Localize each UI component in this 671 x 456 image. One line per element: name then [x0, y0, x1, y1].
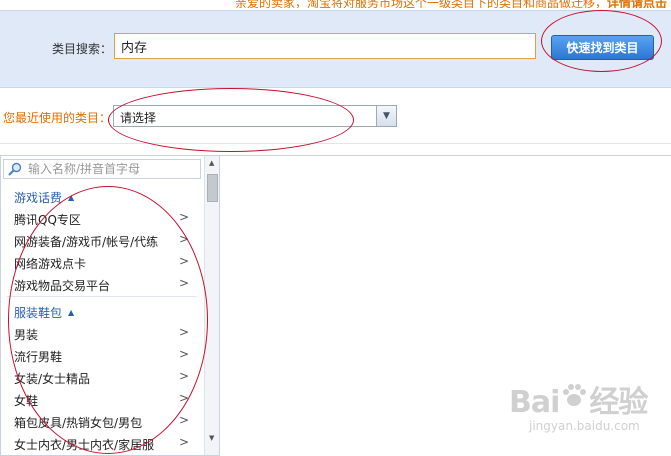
- dropdown-arrow-icon[interactable]: ▼: [376, 106, 396, 126]
- scroll-down-icon[interactable]: ▼: [209, 434, 214, 442]
- chevron-right-icon: >: [178, 369, 189, 383]
- item-label: 箱包皮具/热销女包/男包: [14, 416, 143, 430]
- list-item[interactable]: 箱包皮具/热销女包/男包 >: [1, 409, 203, 431]
- item-label: 女鞋: [14, 394, 39, 408]
- scrollbar-thumb[interactable]: [207, 174, 218, 202]
- category-filter: [3, 159, 201, 179]
- list-item[interactable]: 女士内衣/男士内衣/家居服 >: [1, 431, 203, 453]
- category-search-input[interactable]: [114, 33, 536, 59]
- chevron-right-icon: >: [178, 254, 189, 268]
- item-label: 女士内衣/男士内衣/家居服: [14, 438, 155, 452]
- group-apparel[interactable]: 服装鞋包 ▲: [1, 299, 203, 321]
- chevron-right-icon: >: [178, 413, 189, 427]
- chevron-right-icon: >: [178, 232, 189, 246]
- notice-banner: 亲爱的卖家，淘宝将对服务市场这个一级类目下的类目和商品做迁移，详情请点击: [0, 0, 671, 8]
- chevron-right-icon: >: [178, 347, 189, 361]
- chevron-right-icon: >: [178, 276, 189, 290]
- search-icon: [8, 162, 22, 176]
- list-item[interactable]: 腾讯QQ专区 >: [1, 206, 203, 228]
- quick-find-category-button[interactable]: 快速找到类目: [551, 35, 654, 60]
- recent-category-row: 您最近使用的类目： 请选择 ▼: [0, 100, 671, 132]
- item-label: 男装: [14, 328, 39, 342]
- chevron-right-icon: >: [178, 325, 189, 339]
- tree-scrollbar[interactable]: ▲ ▼: [204, 156, 219, 455]
- list-item[interactable]: 游戏物品交易平台 >: [1, 272, 203, 294]
- page: 亲爱的卖家，淘宝将对服务市场这个一级类目下的类目和商品做迁移，详情请点击 类目搜…: [0, 0, 671, 456]
- list-item[interactable]: 女装/女士精品 >: [1, 365, 203, 387]
- collapse-icon[interactable]: ▲: [68, 308, 74, 317]
- item-label: 网络游戏点卡: [14, 257, 87, 271]
- chevron-right-icon: >: [178, 435, 189, 449]
- recent-category-value: 请选择: [120, 111, 157, 125]
- chevron-right-icon: >: [178, 210, 189, 224]
- list-item[interactable]: 女鞋 >: [1, 387, 203, 409]
- recent-category-select[interactable]: 请选择 ▼: [113, 105, 397, 127]
- item-label: 流行男鞋: [14, 350, 63, 364]
- list-item[interactable]: 网游装备/游戏币/帐号/代练 >: [1, 228, 203, 250]
- group-title: 游戏话费: [14, 191, 63, 205]
- list-item[interactable]: 男装 >: [1, 321, 203, 343]
- item-label: 腾讯QQ专区: [14, 213, 81, 227]
- group-divider: [7, 296, 197, 297]
- paw-icon: [563, 384, 586, 406]
- item-label: 网游装备/游戏币/帐号/代练: [14, 235, 159, 249]
- watermark-url: jingyan.baidu.com: [529, 419, 640, 433]
- divider: [0, 143, 671, 144]
- item-label: 女装/女士精品: [14, 372, 91, 386]
- notice-detail-link[interactable]: 详情请点击: [607, 0, 667, 8]
- chevron-right-icon: >: [178, 391, 189, 405]
- category-tree-panel: 游戏话费 ▲ 腾讯QQ专区 > 网游装备/游戏币/帐号/代练 > 网络游戏点卡 > 游戏…: [0, 155, 220, 456]
- category-tree: 游戏话费 ▲ 腾讯QQ专区 > 网游装备/游戏币/帐号/代练 > 网络游戏点卡 > 游戏…: [1, 184, 203, 453]
- category-search-bar: 类目搜索： 快速找到类目: [0, 10, 671, 88]
- recent-category-label: 您最近使用的类目：: [3, 111, 112, 125]
- scroll-up-icon[interactable]: ▲: [209, 159, 214, 167]
- category-filter-input[interactable]: [28, 161, 198, 177]
- group-game[interactable]: 游戏话费 ▲: [1, 184, 203, 206]
- notice-text: 亲爱的卖家，淘宝将对服务市场这个一级类目下的类目和商品做迁移，: [234, 0, 607, 8]
- collapse-icon[interactable]: ▲: [68, 193, 74, 202]
- list-item[interactable]: 网络游戏点卡 >: [1, 250, 203, 272]
- list-item[interactable]: 流行男鞋 >: [1, 343, 203, 365]
- item-label: 游戏物品交易平台: [14, 279, 111, 293]
- search-label: 类目搜索：: [52, 42, 113, 56]
- group-title: 服装鞋包: [14, 306, 63, 320]
- baidu-watermark: Bai 经验 jingyan.baidu.com: [509, 377, 659, 437]
